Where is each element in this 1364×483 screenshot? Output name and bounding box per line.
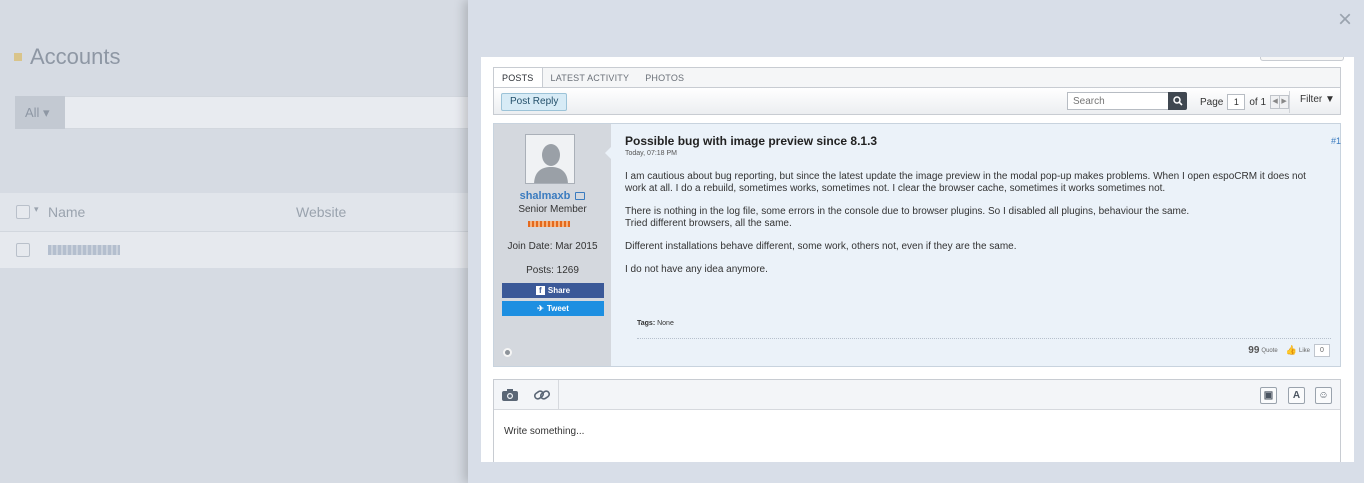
page-of-label: of 1: [1249, 96, 1267, 108]
thumbs-up-icon: 👍: [1285, 345, 1297, 355]
editor-toolbar-divider: [558, 380, 559, 410]
page-title: Accounts: [14, 44, 121, 70]
column-name: Name: [48, 204, 86, 220]
tags-label: Tags:: [637, 320, 656, 327]
share-facebook-button[interactable]: f Share: [502, 283, 604, 298]
tweet-button[interactable]: ✈ Tweet: [502, 301, 604, 316]
tweet-label: Tweet: [546, 304, 569, 313]
blurred-account-name: [48, 245, 120, 255]
toolbar-divider: [1289, 91, 1290, 113]
search-input[interactable]: [1067, 92, 1169, 110]
author-name[interactable]: shalmaxb: [494, 190, 611, 202]
like-label: Like: [1298, 347, 1310, 354]
post-divider: [637, 338, 1331, 339]
font-format-icon[interactable]: A: [1288, 387, 1305, 404]
select-all-checkbox: [16, 205, 30, 219]
forum-post: shalmaxb Senior Member Join Date: Mar 20…: [493, 123, 1341, 367]
post-arrow: [605, 146, 612, 160]
filter-button[interactable]: Filter ▼: [1300, 94, 1335, 105]
share-label: Share: [547, 286, 571, 295]
user-info-panel: shalmaxb Senior Member Join Date: Mar 20…: [494, 124, 611, 366]
tab-latest-activity[interactable]: LATEST ACTIVITY: [543, 68, 638, 87]
user-silhouette-icon: [526, 135, 574, 183]
quote-label: Quote: [1261, 347, 1278, 354]
sort-chevron-icon: ▾: [34, 204, 39, 214]
post-text: I am cautious about bug reporting, but s…: [625, 171, 1325, 276]
author-name-text: shalmaxb: [519, 190, 571, 202]
thread-toolbar: Post Reply Page 1 of 1 ◀ ▶ Filter ▼: [493, 87, 1341, 115]
panel-top-button[interactable]: [1260, 57, 1344, 61]
join-date: Join Date: Mar 2015: [507, 241, 598, 252]
reputation-bar: [528, 221, 570, 227]
post-title: Possible bug with image preview since 8.…: [625, 134, 878, 148]
quote-icon: 99: [1248, 345, 1260, 356]
tags-value: None: [657, 320, 674, 327]
next-page-icon[interactable]: ▶: [1279, 95, 1290, 109]
post-reply-button[interactable]: Post Reply: [501, 93, 568, 111]
camera-icon[interactable]: [498, 386, 522, 404]
tab-photos[interactable]: PHOTOS: [637, 68, 692, 87]
close-icon[interactable]: ×: [1338, 8, 1352, 32]
post-date: Today, 07:18 PM: [625, 150, 678, 157]
editor-toolbar: ▣ A ☺: [494, 380, 1340, 410]
post-number-link[interactable]: #1: [1331, 136, 1341, 146]
post-paragraph: I am cautious about bug reporting, but s…: [625, 171, 1306, 194]
like-count: 0: [1314, 344, 1330, 357]
forum-tabs: POSTS LATEST ACTIVITY PHOTOS: [493, 67, 1341, 89]
post-paragraph: Different installations behave different…: [625, 241, 1017, 252]
author-rank: Senior Member: [518, 204, 587, 215]
post-paragraph: I do not have any idea anymore.: [625, 264, 768, 275]
post-actions: 99 Quote 👍 Like 0: [1240, 344, 1330, 357]
facebook-icon: f: [535, 286, 545, 296]
post-tags: Tags: None: [637, 320, 674, 327]
message-icon[interactable]: [575, 192, 586, 201]
like-button[interactable]: 👍 Like 0: [1286, 344, 1330, 357]
tab-posts[interactable]: POSTS: [494, 68, 543, 89]
post-content: Possible bug with image preview since 8.…: [625, 134, 1341, 276]
twitter-bird-icon: ✈: [537, 304, 544, 313]
pagination: Page 1 of 1 ◀ ▶: [1200, 93, 1290, 111]
column-website: Website: [296, 204, 347, 220]
modal: × POSTS LATEST ACTIVITY PHOTOS Post Repl…: [468, 0, 1364, 483]
row-checkbox: [16, 243, 30, 257]
reply-editor: ▣ A ☺ Write something...: [493, 379, 1341, 462]
search-icon: [1172, 96, 1183, 106]
page-number-input[interactable]: 1: [1227, 94, 1246, 110]
search-button[interactable]: [1168, 92, 1187, 110]
post-count: Posts: 1269: [526, 265, 579, 276]
post-paragraph: There is nothing in the log file, some e…: [625, 206, 1190, 229]
online-status-icon: [503, 348, 512, 357]
page-title-text: Accounts: [30, 44, 121, 69]
link-icon[interactable]: [530, 386, 554, 404]
filter-dropdown: All ▾: [15, 96, 65, 129]
clipboard-icon[interactable]: ▣: [1260, 387, 1277, 404]
title-marker-icon: [14, 53, 22, 61]
quote-button[interactable]: 99 Quote: [1248, 345, 1277, 356]
avatar[interactable]: [525, 134, 575, 184]
search-bar: [15, 96, 475, 129]
table-header: ▾ Name Website: [0, 193, 480, 231]
page-label: Page: [1200, 96, 1224, 108]
forum-panel: POSTS LATEST ACTIVITY PHOTOS Post Reply …: [481, 57, 1354, 462]
editor-textarea[interactable]: Write something...: [494, 411, 1340, 462]
emoji-icon[interactable]: ☺: [1315, 387, 1332, 404]
